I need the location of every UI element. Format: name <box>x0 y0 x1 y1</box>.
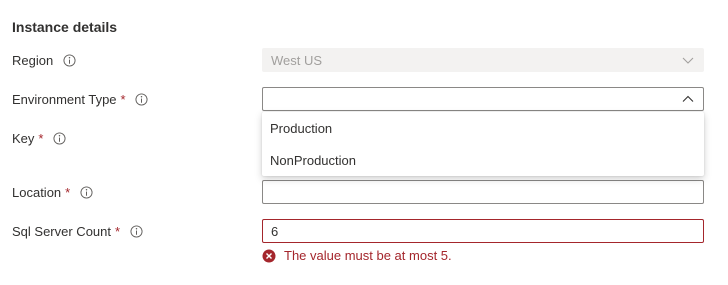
required-marker: * <box>120 91 126 107</box>
sql-server-count-label: Sql Server Count <box>12 223 111 239</box>
validation-error-text: The value must be at most 5. <box>284 248 452 263</box>
chevron-down-icon <box>681 53 695 67</box>
environment-type-dropdown[interactable] <box>262 87 704 111</box>
info-icon[interactable] <box>135 92 149 106</box>
location-input[interactable] <box>262 180 704 204</box>
sql-server-count-input[interactable]: 6 <box>262 219 704 243</box>
option-nonproduction[interactable]: NonProduction <box>270 144 356 176</box>
error-icon <box>262 249 276 263</box>
required-marker: * <box>65 184 71 200</box>
validation-error: The value must be at most 5. <box>262 248 452 263</box>
environment-type-label: Environment Type <box>12 91 117 107</box>
info-icon[interactable] <box>62 53 76 67</box>
sql-server-count-value: 6 <box>271 223 279 239</box>
sql-server-count-label-row: Sql Server Count * <box>12 221 143 241</box>
location-label-row: Location * <box>12 182 93 202</box>
region-value: West US <box>271 52 323 68</box>
environment-type-options: Production NonProduction <box>262 112 704 176</box>
region-label: Region <box>12 52 54 68</box>
key-label: Key <box>12 130 35 146</box>
info-icon[interactable] <box>79 185 93 199</box>
location-label: Location <box>12 184 62 200</box>
key-label-row: Key * <box>12 128 66 148</box>
section-title: Instance details <box>12 19 118 35</box>
option-production[interactable]: Production <box>270 112 332 144</box>
info-icon[interactable] <box>129 224 143 238</box>
info-icon[interactable] <box>52 131 66 145</box>
required-marker: * <box>115 223 121 239</box>
environment-type-label-row: Environment Type * <box>12 89 149 109</box>
chevron-up-icon <box>681 92 695 106</box>
required-marker: * <box>38 130 44 146</box>
region-dropdown[interactable]: West US <box>262 48 704 72</box>
region-label-row: Region <box>12 50 76 70</box>
